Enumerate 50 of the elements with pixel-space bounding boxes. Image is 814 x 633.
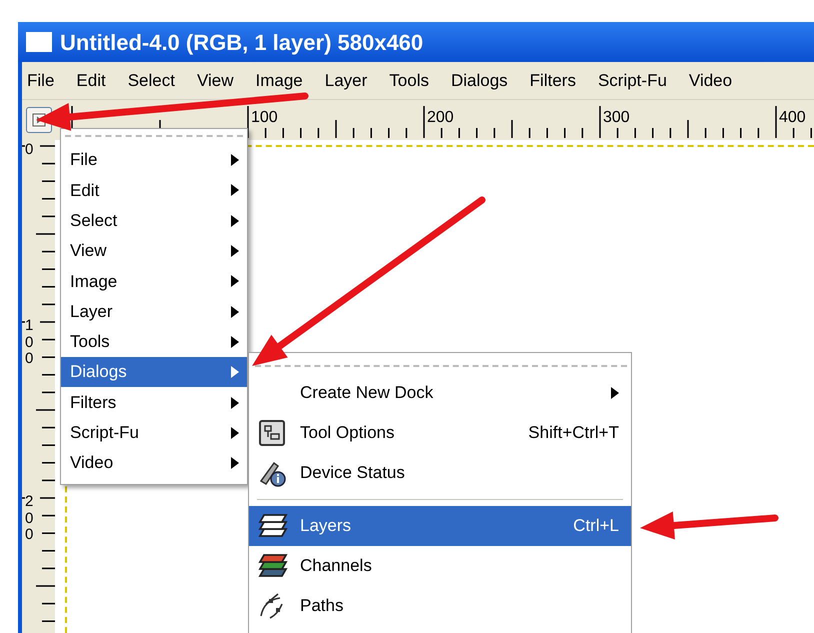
submenu-arrow-icon <box>231 154 239 166</box>
menu-item[interactable]: Edit <box>61 175 247 206</box>
menu-item[interactable]: Edit <box>76 68 106 94</box>
menu-item[interactable]: View <box>196 68 234 94</box>
menu-item[interactable]: Video <box>688 68 732 94</box>
menu-item[interactable]: Image <box>61 266 247 296</box>
menu-item[interactable]: Dialogs <box>450 68 508 94</box>
submenu-arrow-icon <box>231 275 239 288</box>
submenu-arrow-icon <box>231 426 239 439</box>
ruler-label: 300 <box>603 109 630 126</box>
layers-icon <box>258 513 288 539</box>
ruler-label: 100 <box>251 109 278 126</box>
ruler-label: 200 <box>427 109 454 126</box>
menu-item[interactable]: Device Status <box>249 453 631 493</box>
layers-icon <box>258 553 288 579</box>
menu-item[interactable]: Tool Options Shift+Ctrl+T <box>249 413 631 453</box>
menu-item[interactable]: Select <box>61 206 247 236</box>
submenu-arrow-icon <box>231 184 239 196</box>
submenu-arrow-icon <box>231 366 239 378</box>
menu-item[interactable]: Dialogs <box>61 357 247 388</box>
menu-item[interactable]: Tools <box>61 326 247 358</box>
menu-item[interactable]: Select <box>128 68 175 94</box>
menu-item[interactable]: Image <box>256 68 303 94</box>
menu-item[interactable]: File <box>61 145 247 176</box>
menu-item[interactable]: Channels <box>249 546 631 586</box>
menu-item[interactable]: Filters <box>61 387 247 418</box>
menu-item[interactable]: Script-Fu <box>598 68 667 94</box>
submenu-arrow-icon <box>611 387 619 399</box>
pen-info-icon <box>258 459 288 487</box>
menu-item[interactable]: Video <box>61 448 247 478</box>
menu-item[interactable]: Create New Dock <box>249 373 631 413</box>
submenu-arrow-icon <box>231 214 239 227</box>
window-icon <box>26 32 52 52</box>
menu-item[interactable]: View <box>61 236 247 266</box>
menu-item[interactable]: Script-Fu <box>61 418 247 448</box>
menu-item[interactable]: Tools <box>389 68 429 94</box>
menu-item[interactable]: Filters <box>530 68 576 94</box>
submenu-arrow-icon <box>231 457 239 470</box>
submenu-arrow-icon <box>231 396 239 409</box>
window-title: Untitled-4.0 (RGB, 1 layer) 580x460 <box>60 28 424 57</box>
submenu-arrow-icon <box>231 245 239 258</box>
menu-item[interactable]: Layers Ctrl+L <box>249 506 631 546</box>
tool-options-icon <box>258 419 286 447</box>
menu-item[interactable]: Layer <box>324 68 368 94</box>
menu-item[interactable]: Paths <box>249 586 631 626</box>
ruler-label: 400 <box>779 109 806 126</box>
submenu-arrow-icon <box>231 336 239 348</box>
submenu-arrow-icon <box>231 306 239 318</box>
menu-item[interactable]: Layer <box>61 296 247 327</box>
menu-item[interactable]: File <box>27 68 54 94</box>
